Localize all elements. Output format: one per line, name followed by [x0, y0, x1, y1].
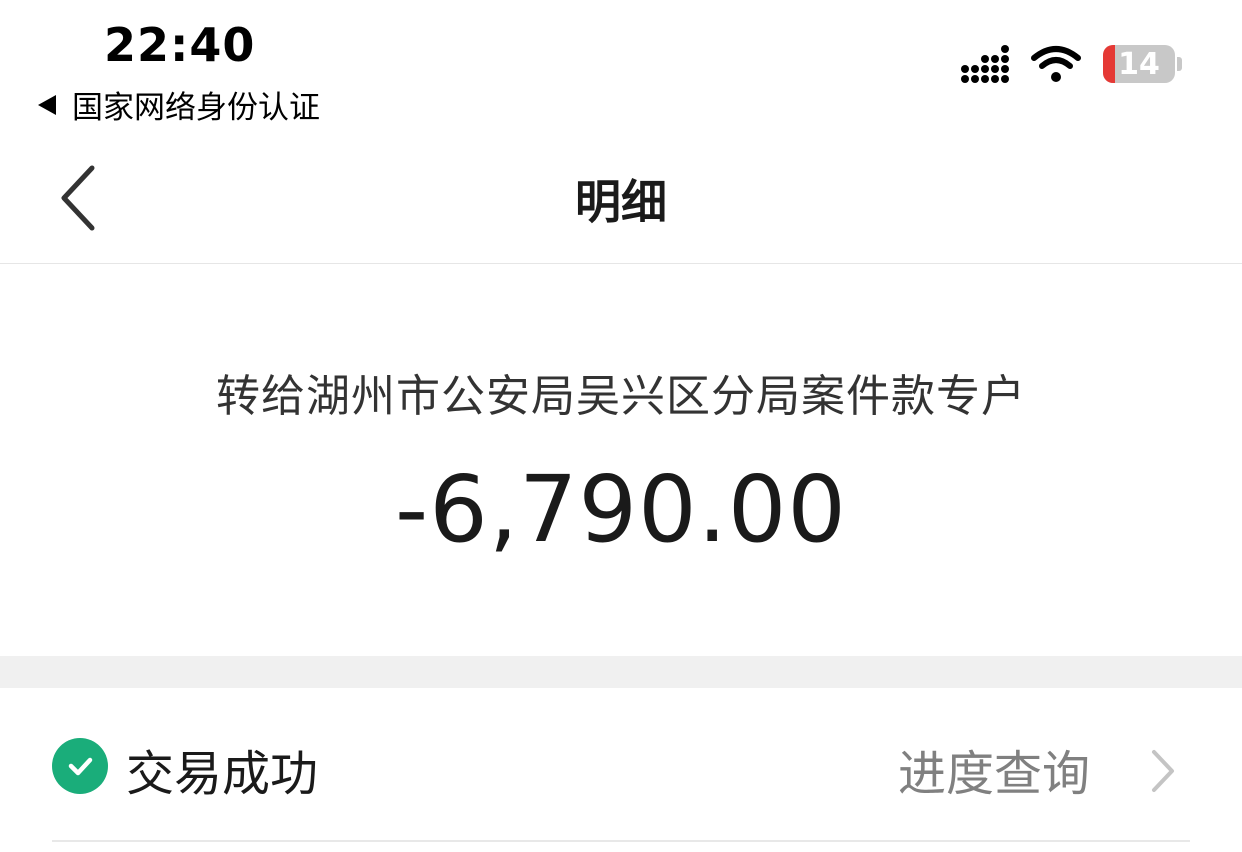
- battery-level-fill: [1103, 45, 1115, 83]
- chevron-right-icon[interactable]: [1148, 746, 1178, 796]
- transaction-summary: 转给湖州市公安局吴兴区分局案件款专户 -6,790.00: [0, 264, 1242, 656]
- status-label: 交易成功: [126, 746, 319, 802]
- status-time: 22:40: [104, 18, 256, 72]
- payee-description: 转给湖州市公安局吴兴区分局案件款专户: [216, 371, 1026, 422]
- progress-query-link[interactable]: 进度查询: [898, 734, 1090, 804]
- battery-percent: 14: [1118, 46, 1160, 82]
- return-to-app-link[interactable]: 国家网络身份认证: [38, 82, 320, 127]
- row-divider: [52, 840, 1190, 842]
- back-triangle-icon: [38, 94, 56, 115]
- status-icons: 14: [961, 44, 1182, 84]
- check-circle-icon: [52, 738, 108, 794]
- wifi-icon: [1031, 46, 1081, 82]
- page-title: 明细: [575, 175, 667, 229]
- battery-cap: [1177, 57, 1182, 71]
- return-app-name: 国家网络身份认证: [72, 90, 320, 126]
- section-divider: [0, 656, 1242, 688]
- signal-icon: [961, 45, 1009, 83]
- battery-icon: 14: [1103, 45, 1175, 83]
- navigation-bar: 明细: [0, 130, 1242, 264]
- transaction-amount: -6,790.00: [395, 456, 847, 563]
- transaction-status-row[interactable]: 交易成功 进度查询: [0, 688, 1242, 848]
